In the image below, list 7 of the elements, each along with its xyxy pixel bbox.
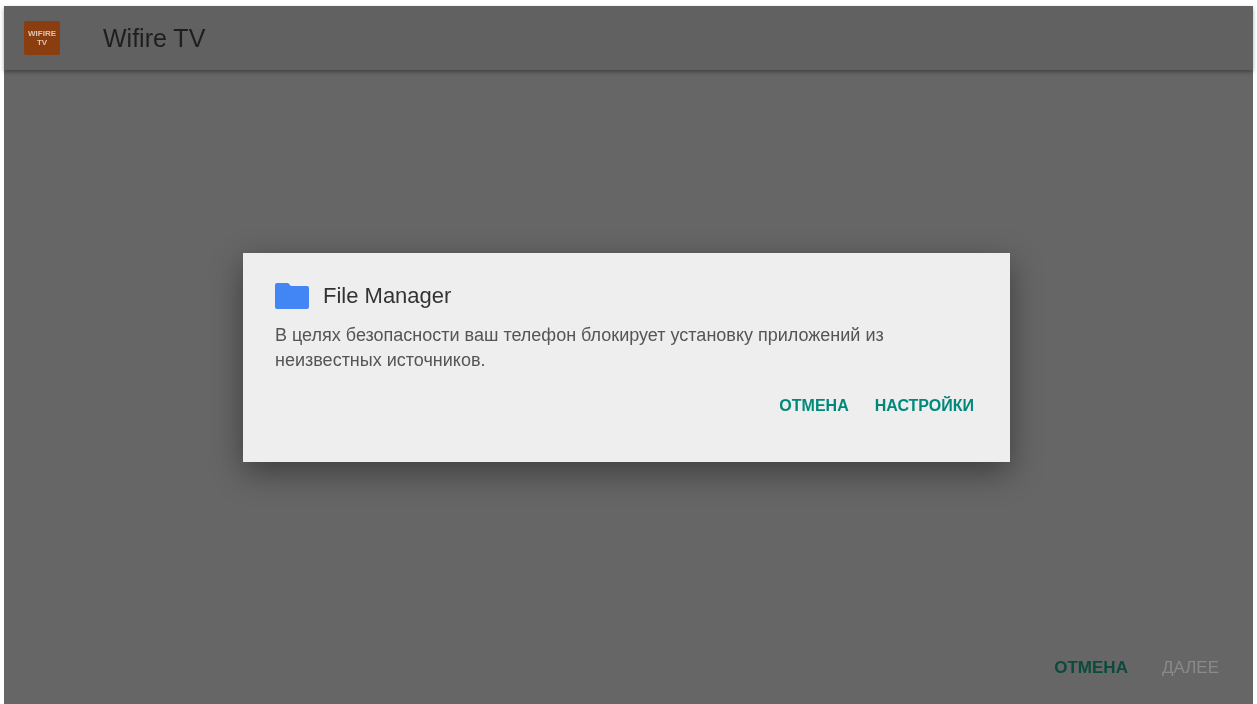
settings-button[interactable]: НАСТРОЙКИ (868, 391, 980, 421)
app-logo: WIFIRE TV (24, 21, 60, 55)
app-title: Wifire TV (103, 23, 206, 53)
cancel-button[interactable]: ОТМЕНА (773, 391, 855, 421)
folder-icon (275, 283, 309, 309)
dialog-title: File Manager (323, 283, 452, 309)
dialog-message: В целях безопасности ваш телефон блокирует установку приложений из неизвестных источников. (275, 324, 885, 372)
